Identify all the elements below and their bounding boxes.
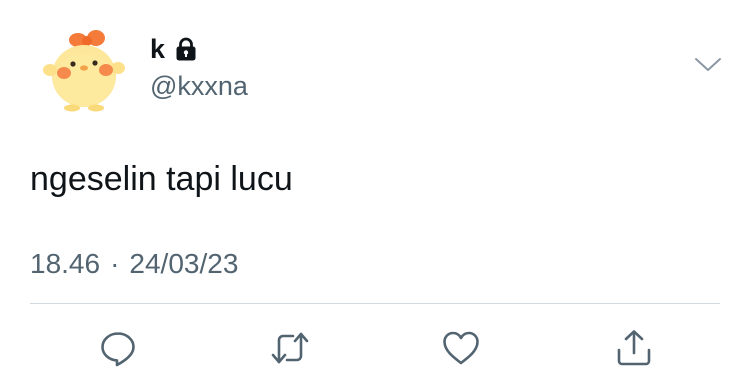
divider (30, 303, 720, 304)
chick-avatar-icon (43, 30, 125, 112)
like-button[interactable] (441, 328, 481, 368)
tweet-timestamp[interactable]: 18.46 · 24/03/23 (30, 246, 238, 282)
tweet-text: ngeselin tapi lucu (30, 160, 293, 198)
retweet-button[interactable] (270, 328, 310, 368)
tweet-time: 18.46 (30, 248, 101, 279)
user-handle[interactable]: @kxxna (150, 69, 248, 103)
share-icon (617, 330, 651, 366)
reply-icon (101, 332, 135, 367)
tweet-date: 24/03/23 (129, 248, 239, 279)
display-name[interactable]: k (150, 32, 165, 66)
like-icon (443, 331, 479, 365)
user-name-row: k (150, 32, 199, 66)
retweet-icon (271, 332, 309, 364)
reply-button[interactable] (98, 328, 138, 368)
meta-separator: · (110, 248, 120, 279)
more-options-chevron-icon[interactable] (693, 55, 723, 75)
avatar[interactable] (38, 24, 130, 116)
lock-icon (176, 37, 196, 61)
share-button[interactable] (614, 328, 654, 368)
